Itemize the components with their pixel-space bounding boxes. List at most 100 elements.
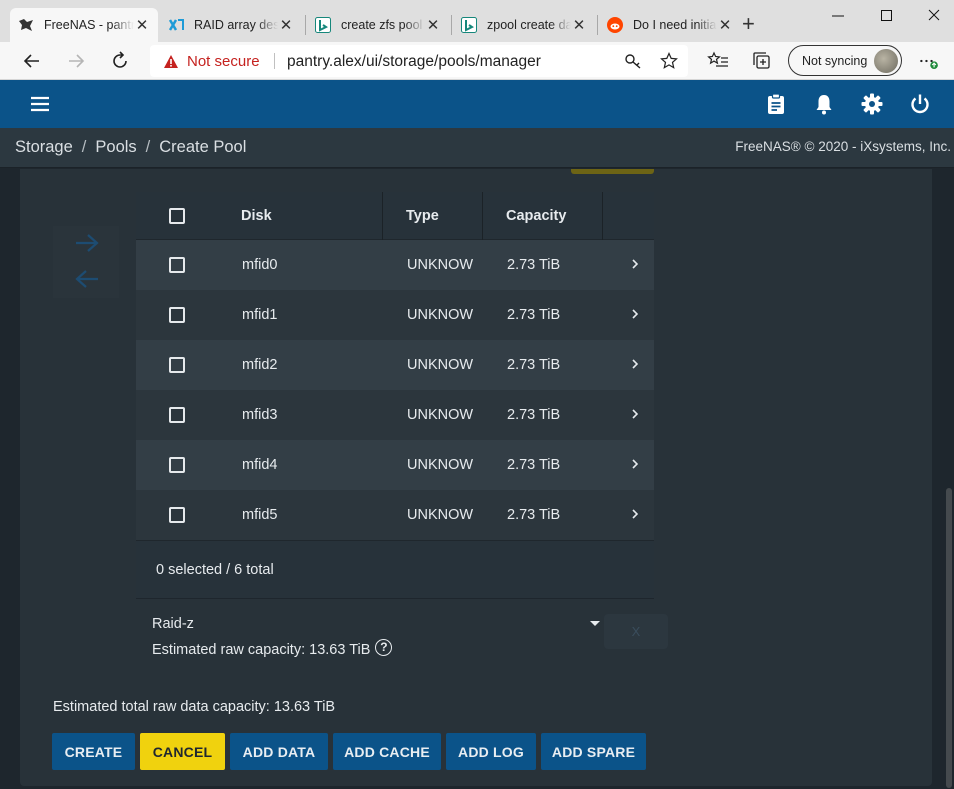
minimize-icon[interactable] [826, 5, 850, 27]
tab-raid-array[interactable]: RAID array design ✕ [160, 8, 302, 42]
column-divider [602, 192, 603, 240]
close-icon[interactable]: ✕ [425, 16, 441, 34]
row-checkbox[interactable] [169, 407, 185, 423]
column-header-type[interactable]: Type [406, 192, 439, 240]
chevron-right-icon[interactable] [630, 407, 640, 421]
bing-icon [461, 17, 477, 33]
clipboard-icon[interactable] [764, 92, 788, 116]
dropdown-arrow-icon[interactable] [590, 621, 600, 626]
help-icon[interactable]: ? [375, 638, 393, 656]
security-indicator[interactable]: Not secure [163, 53, 260, 70]
row-checkbox[interactable] [169, 357, 185, 373]
breadcrumb: Storage / Pools / Create Pool [15, 138, 246, 157]
key-icon[interactable] [624, 52, 642, 70]
table-header: Disk Type Capacity [136, 192, 654, 240]
copyright-text: FreeNAS® © 2020 - iXsystems, Inc. [735, 139, 951, 154]
tab-separator [597, 15, 598, 35]
add-cache-button[interactable]: ADD CACHE [333, 733, 441, 770]
cancel-button[interactable]: CANCEL [140, 733, 225, 770]
forward-icon[interactable] [65, 50, 87, 72]
breadcrumb-storage[interactable]: Storage [15, 138, 73, 157]
disk-capacity: 2.73 TiB [507, 257, 561, 273]
add-log-button[interactable]: ADD LOG [446, 733, 536, 770]
breadcrumb-pools[interactable]: Pools [95, 138, 136, 157]
breadcrumb-create-pool: Create Pool [159, 138, 247, 156]
refresh-icon[interactable] [109, 50, 131, 72]
url-text[interactable]: pantry.alex/ui/storage/pools/manager [287, 53, 541, 71]
breadcrumb-bar: Storage / Pools / Create Pool FreeNAS® ©… [0, 128, 954, 168]
disk-capacity: 2.73 TiB [507, 307, 561, 323]
close-icon[interactable]: ✕ [717, 16, 733, 34]
create-button[interactable]: CREATE [52, 733, 135, 770]
table-row[interactable]: mfid0 UNKNOW 2.73 TiB [136, 240, 654, 290]
disk-name: mfid5 [242, 507, 278, 523]
total-capacity: Estimated total raw data capacity: 13.63… [53, 699, 336, 715]
table-footer: 0 selected / 6 total [136, 540, 654, 598]
favorites-list-icon[interactable] [707, 50, 729, 72]
menu-icon[interactable] [28, 92, 52, 116]
power-icon[interactable] [908, 92, 932, 116]
bell-icon[interactable] [812, 92, 836, 116]
sync-label: Not syncing [802, 53, 868, 68]
favorite-star-icon[interactable] [660, 52, 678, 70]
table-row[interactable]: mfid3 UNKNOW 2.73 TiB [136, 390, 654, 440]
add-data-button[interactable]: ADD DATA [230, 733, 328, 770]
disk-name: mfid4 [242, 457, 278, 473]
collections-icon[interactable] [751, 50, 773, 72]
close-icon[interactable]: ✕ [571, 16, 587, 34]
tab-reddit[interactable]: Do I need initia ✕ [599, 8, 741, 42]
close-window-icon[interactable] [922, 5, 946, 27]
back-icon[interactable] [21, 50, 43, 72]
move-disks-buttons [53, 226, 119, 298]
column-header-capacity[interactable]: Capacity [506, 192, 566, 240]
select-all-checkbox[interactable] [169, 208, 185, 224]
not-secure-label: Not secure [187, 53, 260, 70]
scrollbar-thumb[interactable] [946, 488, 952, 788]
tab-title: create zfs pool [341, 18, 423, 32]
table-row[interactable]: mfid1 UNKNOW 2.73 TiB [136, 290, 654, 340]
table-row[interactable]: mfid4 UNKNOW 2.73 TiB [136, 440, 654, 490]
chevron-right-icon[interactable] [630, 257, 640, 271]
arrow-right-icon[interactable] [74, 232, 100, 254]
chevron-right-icon[interactable] [630, 457, 640, 471]
remove-vdev-button[interactable]: X [604, 614, 668, 649]
table-row[interactable]: mfid2 UNKNOW 2.73 TiB [136, 340, 654, 390]
chevron-right-icon[interactable] [630, 507, 640, 521]
add-spare-button[interactable]: ADD SPARE [541, 733, 646, 770]
tab-title: RAID array design [194, 18, 278, 32]
url-separator [274, 53, 275, 69]
close-icon[interactable]: ✕ [134, 16, 150, 34]
row-checkbox[interactable] [169, 507, 185, 523]
row-checkbox[interactable] [169, 307, 185, 323]
partial-yellow-button[interactable] [571, 169, 654, 174]
column-divider [382, 192, 383, 240]
vdev-capacity: Estimated raw capacity: 13.63 TiB ? [152, 638, 393, 658]
column-header-disk[interactable]: Disk [241, 192, 272, 240]
tab-zpool-create[interactable]: zpool create da ✕ [453, 8, 595, 42]
more-icon[interactable] [918, 50, 940, 72]
reddit-icon [607, 17, 623, 33]
disk-type: UNKNOW [407, 457, 474, 473]
chevron-right-icon[interactable] [630, 307, 640, 321]
arrow-left-icon[interactable] [74, 268, 100, 290]
disk-type: UNKNOW [407, 357, 474, 373]
browser-tab-bar: FreeNAS - pantry.alex ✕ RAID array desig… [0, 0, 954, 42]
tab-create-zfs-pool[interactable]: create zfs pool ✕ [307, 8, 449, 42]
tab-title: zpool create da [487, 18, 571, 32]
chevron-right-icon[interactable] [630, 357, 640, 371]
tab-title: Do I need initia [633, 18, 717, 32]
url-box[interactable]: Not secure pantry.alex/ui/storage/pools/… [150, 45, 688, 77]
row-checkbox[interactable] [169, 257, 185, 273]
close-icon[interactable]: ✕ [278, 16, 294, 34]
maximize-icon[interactable] [874, 5, 898, 27]
table-row[interactable]: mfid5 UNKNOW 2.73 TiB [136, 490, 654, 540]
row-checkbox[interactable] [169, 457, 185, 473]
disk-capacity: 2.73 TiB [507, 507, 561, 523]
vdev-layout-select[interactable]: Raid-z [152, 616, 194, 632]
tab-freenas[interactable]: FreeNAS - pantry.alex ✕ [10, 8, 158, 42]
disk-type: UNKNOW [407, 407, 474, 423]
new-tab-button[interactable]: + [742, 13, 755, 35]
column-divider [482, 192, 483, 240]
gear-icon[interactable] [860, 92, 884, 116]
profile-sync-button[interactable]: Not syncing [788, 45, 902, 76]
